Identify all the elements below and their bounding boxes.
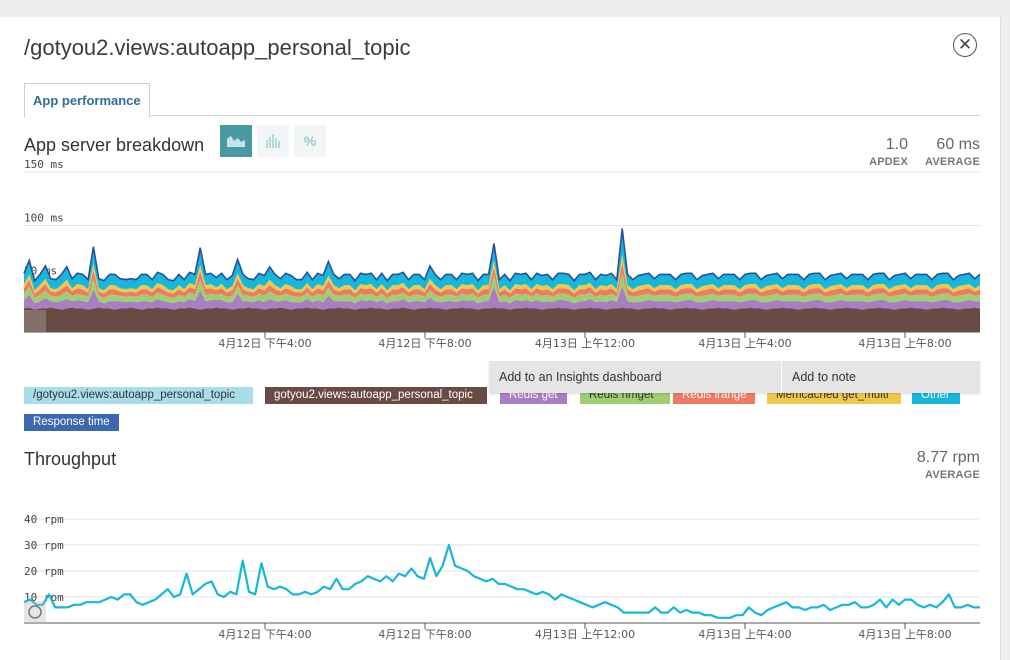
- throughput-average-stat: 8.77 rpm AVERAGE: [880, 449, 980, 481]
- y-tick-label: 40 rpm: [24, 513, 64, 526]
- average-stat: 60 ms AVERAGE: [918, 136, 980, 168]
- modal-panel: /gotyou2.views:autoapp_personal_topic ✕ …: [0, 17, 1001, 660]
- x-tick-label: 4月13日 上午8:00: [858, 628, 951, 641]
- app-server-breakdown-chart: 150 ms100 ms50 ms4月12日 下午4:00 4月12日 下午8:0…: [23, 158, 981, 350]
- time-picker-handle[interactable]: [24, 601, 46, 623]
- response-time-button[interactable]: Response time: [24, 414, 119, 431]
- apdex-stat: 1.0 APDEX: [850, 136, 908, 168]
- modal-title: /gotyou2.views:autoapp_personal_topic: [24, 35, 411, 60]
- x-tick-label: 4月13日 上午12:00: [535, 337, 635, 350]
- area-series-other[interactable]: [24, 228, 980, 291]
- x-tick-label: 4月13日 上午4:00: [698, 337, 791, 350]
- throughput-title: Throughput: [24, 449, 117, 469]
- breakdown-title: App server breakdown: [24, 135, 205, 155]
- area-series-gotyou2-views-autoapp-personal-topic[interactable]: [24, 307, 980, 333]
- response-time-line: [23, 228, 981, 283]
- x-tick-label: 4月12日 下午4:00: [218, 337, 311, 350]
- average-value: 60 ms: [936, 136, 980, 153]
- throughput-average-value: 8.77 rpm: [916, 449, 980, 466]
- legend-item[interactable]: gotyou2.views:autoapp_personal_topic: [265, 387, 487, 404]
- x-tick-label: 4月12日 下午8:00: [378, 337, 471, 350]
- tab-bar-divider: [24, 115, 980, 116]
- average-label: AVERAGE: [925, 156, 980, 168]
- throughput-average-label: AVERAGE: [925, 469, 980, 481]
- context-menu: Add to an Insights dashboard Add to note: [489, 361, 980, 393]
- x-tick-label: 4月13日 上午12:00: [535, 628, 635, 641]
- y-tick-label: 30 rpm: [24, 539, 64, 552]
- histogram-icon[interactable]: [257, 125, 289, 157]
- time-picker-handle[interactable]: [24, 310, 46, 332]
- apdex-value: 1.0: [885, 136, 908, 153]
- close-icon[interactable]: ✕: [953, 33, 977, 57]
- tab-app-performance[interactable]: App performance: [24, 83, 150, 118]
- throughput-line: [23, 543, 980, 619]
- x-tick-label: 4月12日 下午4:00: [218, 628, 311, 641]
- percent-icon[interactable]: %: [294, 125, 326, 157]
- area-chart-icon[interactable]: [220, 125, 252, 157]
- y-tick-label: 20 rpm: [24, 565, 64, 578]
- x-tick-label: 4月13日 上午8:00: [858, 337, 951, 350]
- x-tick-label: 4月13日 上午4:00: [698, 628, 791, 641]
- y-tick-label: 150 ms: [24, 158, 64, 171]
- menu-item-add-insights-dashboard[interactable]: Add to an Insights dashboard: [489, 361, 781, 393]
- legend-item[interactable]: /gotyou2.views:autoapp_personal_topic: [24, 387, 253, 404]
- x-tick-label: 4月12日 下午8:00: [378, 628, 471, 641]
- menu-item-add-to-note[interactable]: Add to note: [782, 361, 980, 393]
- apdex-label: APDEX: [869, 156, 908, 168]
- y-tick-label: 100 ms: [24, 211, 64, 224]
- throughput-chart: 40 rpm30 rpm20 rpm10 rpm4月12日 下午4:00 4月12…: [23, 513, 980, 641]
